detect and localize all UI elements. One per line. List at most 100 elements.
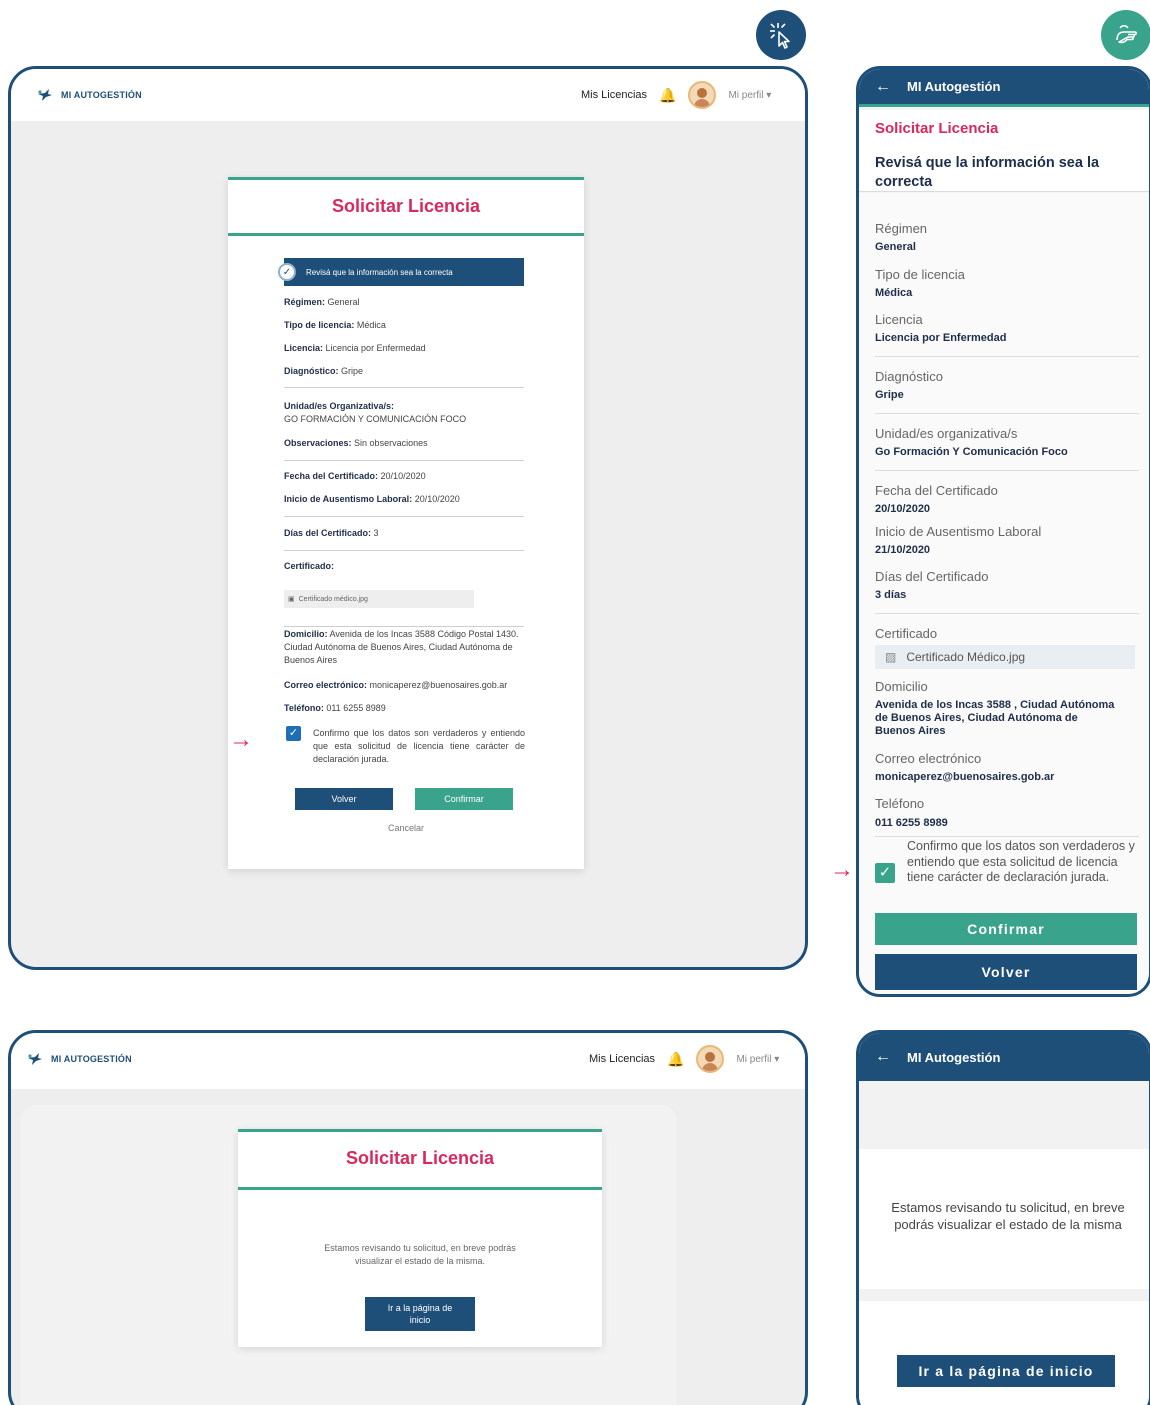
dom-label: Domicilio: <box>284 629 328 639</box>
volver-button[interactable]: Volver <box>295 788 393 810</box>
touch-hand-icon <box>1101 10 1150 60</box>
nav-mis-licencias[interactable]: Mis Licencias <box>589 1053 655 1065</box>
brand[interactable]: MI AUTOGESTIÓN <box>17 1041 157 1077</box>
mobile-message-section: Estamos revisando tu solicitud, en breve… <box>859 1149 1149 1289</box>
m-confirm-checkbox[interactable]: ✓ <box>875 863 895 883</box>
mobile-app-title: MI Autogestión <box>907 79 1001 94</box>
m-diag-label: Diagnóstico <box>875 369 943 384</box>
m-tipo-label: Tipo de licencia <box>875 267 965 282</box>
m-success-message: Estamos revisando tu solicitud, en breve… <box>891 1200 1125 1232</box>
profile-label: Mi perfil <box>728 89 764 101</box>
banner-text: Revisá que la información sea la correct… <box>306 267 453 277</box>
regimen-label: Régimen: <box>284 297 326 307</box>
divider <box>284 460 524 461</box>
field-fecha: Fecha del Certificado: 20/10/2020 <box>284 470 426 483</box>
confirmar-button[interactable]: Confirmar <box>415 788 513 810</box>
obs-label: Observaciones: <box>284 438 352 448</box>
brand[interactable]: MI AUTOGESTIÓN <box>21 77 173 113</box>
m-inicio-label: Inicio de Ausentismo Laboral <box>875 524 1042 539</box>
m-volver-button[interactable]: Volver <box>875 954 1137 990</box>
m-go-home-button[interactable]: Ir a la página de inicio <box>897 1355 1115 1387</box>
divider <box>284 626 524 627</box>
divider <box>284 550 524 551</box>
inicio-label: Inicio de Ausentismo Laboral: <box>284 494 413 504</box>
success-message: Estamos revisando tu solicitud, en breve… <box>324 1243 516 1266</box>
page-title: Solicitar Licencia <box>345 1148 495 1168</box>
go-home-button[interactable]: Ir a la página de inicio <box>365 1297 475 1331</box>
mail-value: monicaperez@buenosaires.gob.ar <box>369 680 508 690</box>
m-dias-value: 3 días <box>875 589 907 601</box>
m-confirmar-button[interactable]: Confirmar <box>875 913 1137 945</box>
cancelar-link[interactable]: Cancelar <box>228 823 584 833</box>
confirm-checkbox[interactable]: ✓ <box>286 726 301 741</box>
field-certificado: Certificado: <box>284 560 334 573</box>
tel-value: 011 6255 8989 <box>326 703 386 713</box>
m-licencia-value: Licencia por Enfermedad <box>875 332 1007 344</box>
divider <box>875 356 1139 357</box>
mobile-review-frame: ← MI Autogestión Solicitar Licencia Revi… <box>856 66 1150 997</box>
bell-icon[interactable]: 🔔 <box>667 1051 684 1068</box>
divider <box>875 613 1139 614</box>
diag-value: Gripe <box>341 366 364 376</box>
brand-name: MI AUTOGESTIÓN <box>51 1054 132 1064</box>
cert-label: Certificado: <box>284 561 335 571</box>
divider <box>875 836 1139 837</box>
mobile-button-section: Ir a la página de inicio <box>859 1301 1149 1405</box>
bell-icon[interactable]: 🔔 <box>659 87 676 104</box>
image-file-icon: ▨ <box>885 650 897 664</box>
confirm-text: Confirmo que los datos son verdaderos y … <box>313 728 525 764</box>
m-mail-label: Correo electrónico <box>875 751 982 766</box>
divider <box>284 387 524 388</box>
field-domicilio: Domicilio: Avenida de los Incas 3588 Cód… <box>284 628 524 667</box>
mobile-title-section: Solicitar Licencia Revisá que la informa… <box>859 110 1149 192</box>
avatar[interactable] <box>696 1045 725 1073</box>
diag-label: Diagnóstico: <box>284 366 339 376</box>
m-confirm-text: Confirmo que los datos son verdaderos y … <box>907 839 1135 884</box>
go-home-label: Ir a la página de inicio <box>387 1303 453 1325</box>
profile-menu[interactable]: Mi perfil ▾ <box>736 1054 779 1065</box>
success-card: Solicitar Licencia Estamos revisando tu … <box>238 1129 602 1347</box>
nav-mis-licencias[interactable]: Mis Licencias <box>581 89 647 101</box>
m-diag-value: Gripe <box>875 389 904 401</box>
m-dom-label: Domicilio <box>875 679 928 694</box>
m-licencia-label: Licencia <box>875 312 923 327</box>
profile-menu[interactable]: Mi perfil ▾ <box>728 90 771 101</box>
m-dom-value: Avenida de los Incas 3588 , Ciudad Autón… <box>875 699 1115 737</box>
page-title: Solicitar Licencia <box>331 196 481 216</box>
review-card: Solicitar Licencia ✓ Revisá que la infor… <box>228 177 584 869</box>
m-cert-file-name: Certificado Médico.jpg <box>906 650 1026 664</box>
desktop-success-frame: MI AUTOGESTIÓN Mis Licencias 🔔 Mi perfil… <box>8 1030 808 1405</box>
back-arrow-icon[interactable]: ← <box>859 1048 907 1066</box>
desktop-header: MI AUTOGESTIÓN Mis Licencias 🔔 Mi perfil… <box>11 1033 805 1089</box>
arrow-right-icon: → <box>229 726 253 753</box>
fecha-label: Fecha del Certificado: <box>284 471 379 481</box>
desktop-review-frame: MI AUTOGESTIÓN Mis Licencias 🔔 Mi perfil… <box>8 66 808 970</box>
header-nav: Mis Licencias 🔔 Mi perfil ▾ <box>581 81 771 109</box>
m-mail-value: monicaperez@buenosaires.gob.ar <box>875 771 1055 783</box>
m-tipo-value: Médica <box>875 287 913 299</box>
m-unidad-label: Unidad/es organizativa/s <box>875 426 1018 441</box>
mail-label: Correo electrónico: <box>284 680 368 690</box>
arrow-right-icon: → <box>830 856 854 883</box>
m-cert-label: Certificado <box>875 626 938 641</box>
mobile-subtitle: Revisá que la información sea la correct… <box>875 155 1100 190</box>
field-dias: Días del Certificado: 3 <box>284 527 379 540</box>
mobile-app-title: MI Autogestión <box>907 1049 1001 1065</box>
m-certificate-file[interactable]: ▨ Certificado Médico.jpg <box>875 645 1135 669</box>
check-icon: ✓ <box>278 263 296 281</box>
tipo-value: Médica <box>356 320 386 330</box>
certificate-file[interactable]: ▣ Certificado médico.jpg <box>284 590 474 608</box>
mobile-page-title: Solicitar Licencia <box>875 120 999 137</box>
licencia-label: Licencia: <box>284 343 324 353</box>
field-regimen: Régimen: General <box>284 296 360 309</box>
title-divider <box>238 1187 602 1190</box>
divider <box>284 516 524 517</box>
divider <box>875 470 1139 471</box>
header-nav: Mis Licencias 🔔 Mi perfil ▾ <box>589 1045 779 1073</box>
fecha-value: 20/10/2020 <box>380 471 426 481</box>
m-tel-label: Teléfono <box>875 796 925 811</box>
unidad-value: GO FORMACIÓN Y COMUNICACIÓN FOCO <box>284 414 467 424</box>
field-observaciones: Observaciones: Sin observaciones <box>284 437 428 450</box>
avatar[interactable] <box>688 81 717 109</box>
back-arrow-icon[interactable]: ← <box>859 78 907 96</box>
